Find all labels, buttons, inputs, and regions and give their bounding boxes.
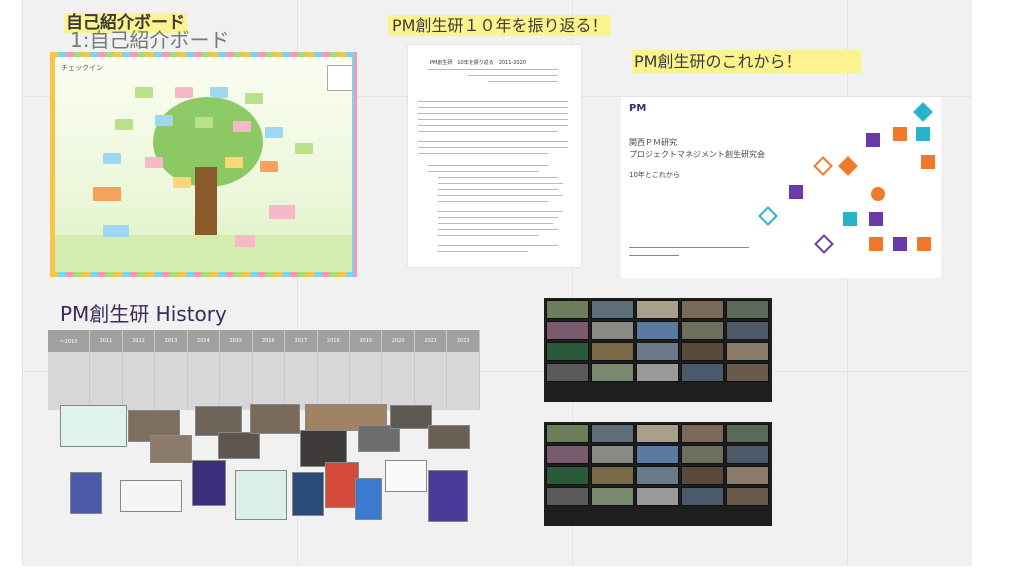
zoom-screenshot-2[interactable]: [544, 422, 772, 526]
sticky-note[interactable]: [269, 205, 295, 219]
history-cell: [414, 352, 448, 410]
sticky-note[interactable]: [175, 87, 193, 98]
group-photo[interactable]: [218, 432, 260, 459]
history-year: 2019: [349, 330, 383, 352]
future-label: PM創生研のこれから！: [632, 48, 862, 73]
group-photo[interactable]: [428, 425, 470, 449]
sticky-note[interactable]: [135, 87, 153, 98]
history-cell: [381, 352, 415, 410]
history-cell: [284, 352, 318, 410]
lookback-label: PM創生研１０年を振り返る！: [388, 12, 612, 36]
history-cell: [89, 352, 123, 410]
sticky-note[interactable]: [225, 157, 243, 168]
sticky-note[interactable]: [235, 235, 255, 247]
tree-trunk: [195, 167, 217, 237]
decor-diamond-icon: [813, 156, 833, 176]
pmi-logo: PM: [629, 103, 647, 114]
history-year: 2012: [122, 330, 156, 352]
board-subtitle: 1:自己紹介ボード: [70, 28, 230, 52]
history-cell: [446, 352, 480, 410]
sticky-note[interactable]: [260, 161, 278, 172]
decor-triangle-icon: [789, 185, 803, 199]
history-cell: [219, 352, 253, 410]
sticky-note[interactable]: [295, 143, 313, 154]
history-year: 2022: [446, 330, 480, 352]
diagram-photo[interactable]: [120, 480, 182, 512]
sticky-note[interactable]: [103, 153, 121, 164]
group-photo[interactable]: [150, 435, 192, 463]
history-year: 2014: [187, 330, 221, 352]
history-year: 2020: [381, 330, 415, 352]
history-cell: [154, 352, 188, 410]
book-cover[interactable]: [325, 462, 359, 508]
decor-diamond-icon: [814, 234, 834, 254]
lookback-document[interactable]: PM創生研 10年を振り返る 2011-2020: [408, 45, 581, 267]
history-year: 2021: [414, 330, 448, 352]
history-cell: [317, 352, 351, 410]
ground: [55, 235, 352, 272]
decor-triangle-icon: [843, 212, 857, 226]
slide-title: 関西ＰＭ研究 プロジェクトマネジメント創生研究会 10年とこれから: [629, 138, 765, 179]
decor-triangle-icon: [917, 237, 931, 251]
history-cell: [122, 352, 156, 410]
sticky-note[interactable]: [115, 119, 133, 130]
history-year: 2016: [252, 330, 286, 352]
group-photo[interactable]: [390, 405, 432, 429]
history-year: 2013: [154, 330, 188, 352]
history-cell: [252, 352, 286, 410]
future-slide[interactable]: PM 関西ＰＭ研究 プロジェクトマネジメント創生研究会 10年とこれから: [621, 97, 941, 278]
decor-square-icon: [893, 127, 907, 141]
sticky-note[interactable]: [155, 115, 173, 126]
sticky-note[interactable]: [210, 87, 228, 98]
history-year: 2015: [219, 330, 253, 352]
history-year: 2017: [284, 330, 318, 352]
sticky-note[interactable]: [173, 177, 191, 188]
diagram-photo[interactable]: [385, 460, 427, 492]
decor-diamond-icon: [758, 206, 778, 226]
sticky-note[interactable]: [195, 117, 213, 128]
book-cover[interactable]: [192, 460, 226, 506]
history-year: ～2010: [48, 330, 91, 352]
zoom-screenshot-1[interactable]: [544, 298, 772, 402]
sticky-note[interactable]: [265, 127, 283, 138]
self-intro-board[interactable]: チェックイン: [50, 52, 357, 277]
history-cell: [48, 352, 91, 410]
decor-circle-icon: [871, 187, 885, 201]
decor-bowtie-icon: [869, 212, 883, 226]
sticky-note[interactable]: [145, 157, 163, 168]
history-title: PM創生研 History: [60, 302, 227, 326]
document-title: PM創生研 10年を振り返る 2011-2020: [430, 60, 526, 66]
sticky-note[interactable]: [245, 93, 263, 104]
decor-diamond-icon: [913, 102, 933, 122]
sticky-note[interactable]: [103, 225, 129, 237]
book-cover[interactable]: [70, 472, 102, 514]
book-cover[interactable]: [355, 478, 382, 520]
group-photo[interactable]: [358, 425, 400, 452]
decor-bowtie-icon: [869, 237, 883, 251]
mindmap-photo[interactable]: [60, 405, 127, 447]
book-cover[interactable]: [292, 472, 324, 516]
sticky-note[interactable]: [233, 121, 251, 132]
decor-grid-icon: [921, 155, 935, 169]
group-photo[interactable]: [250, 404, 300, 434]
board-note-icon: [327, 65, 352, 91]
decor-bowtie-icon: [866, 133, 880, 147]
history-cell: [187, 352, 221, 410]
history-year: 2011: [89, 330, 123, 352]
history-table[interactable]: ～2010 2011 2012 2013 2014 2015 2016 2017…: [48, 330, 480, 410]
history-year: 2018: [317, 330, 351, 352]
book-cover[interactable]: [428, 470, 468, 522]
checkin-label: チェックイン: [61, 64, 103, 72]
diagram-photo[interactable]: [235, 470, 287, 520]
sticky-note[interactable]: [93, 187, 121, 201]
history-cell: [349, 352, 383, 410]
decor-grid-icon: [893, 237, 907, 251]
decor-diamond-icon: [838, 156, 858, 176]
decor-square-icon: [916, 127, 930, 141]
